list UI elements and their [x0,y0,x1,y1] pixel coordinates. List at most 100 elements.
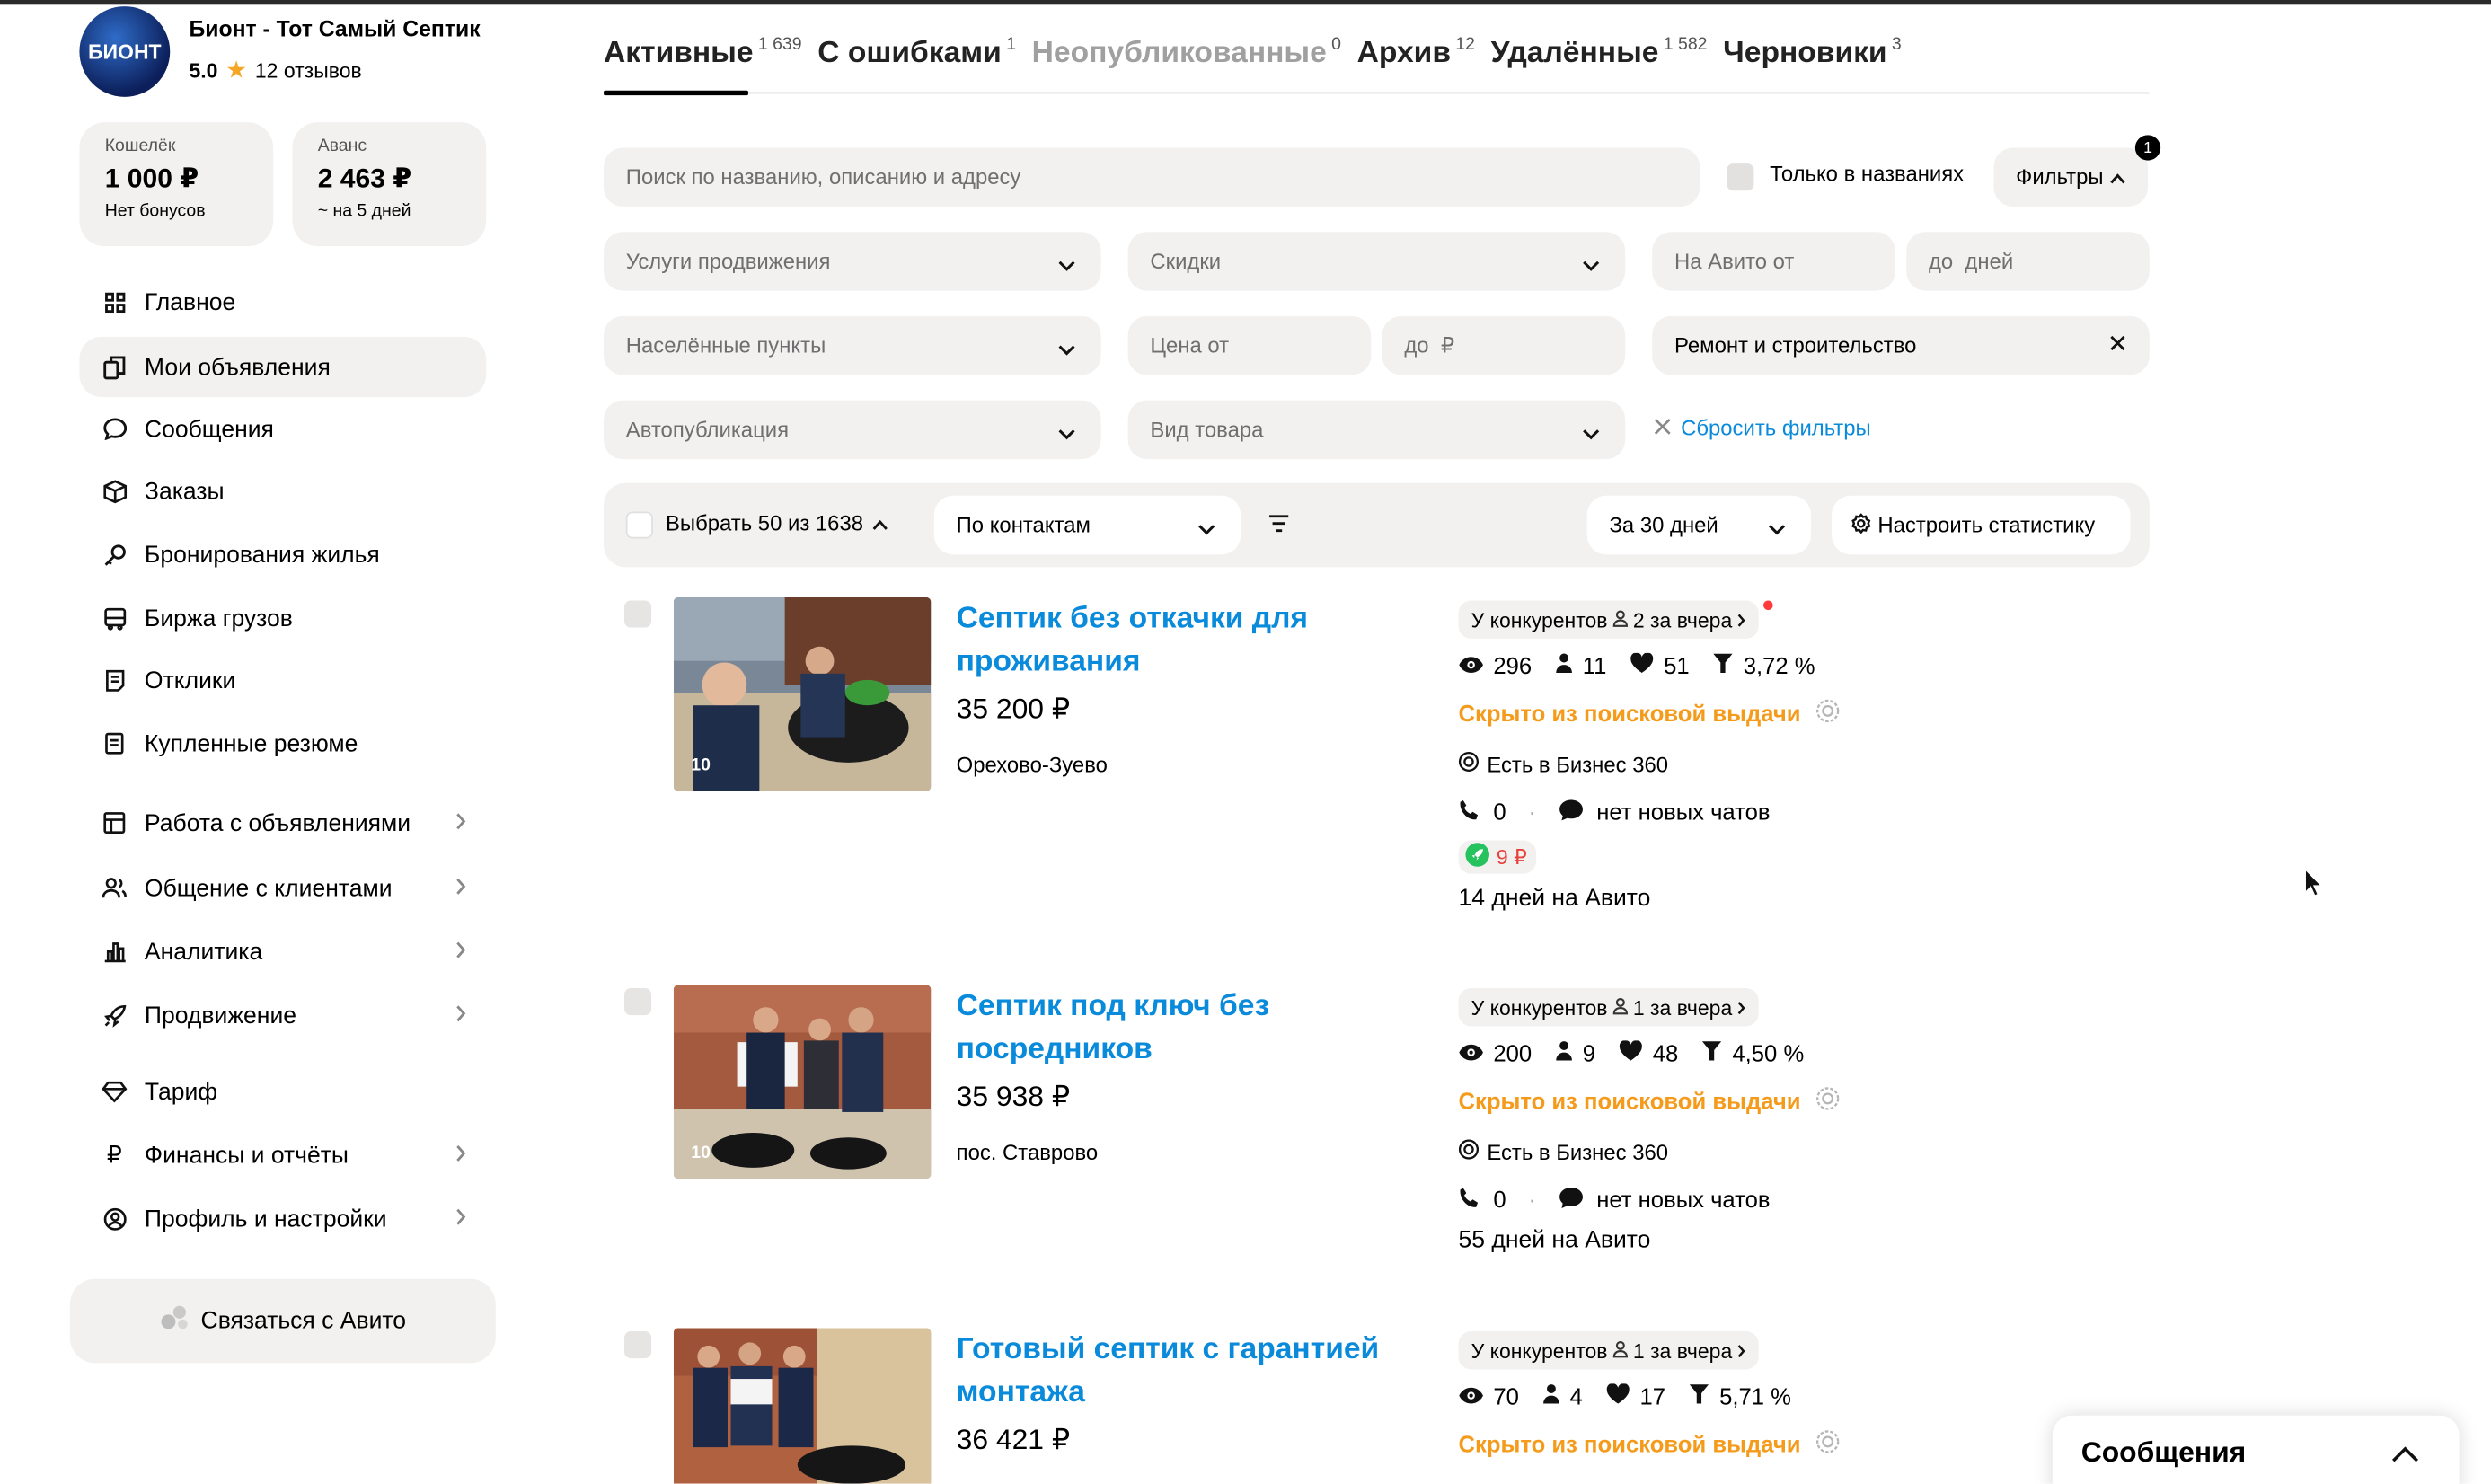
profile-icon [102,1206,127,1231]
clear-icon[interactable] [2108,333,2127,358]
nav-label: Мои объявления [144,353,331,381]
contact-avito-button[interactable]: Связаться с Авито [69,1278,496,1364]
chevron-up-icon[interactable] [2391,1443,2420,1471]
period-select[interactable]: За 30 дней [1586,495,1812,555]
person-icon [1556,653,1573,680]
chat-bubble-icon [1559,799,1584,828]
nav-item-my-ads[interactable]: Мои объявления [79,336,487,398]
listing-photo[interactable]: 10 [673,985,932,1179]
shop-rating[interactable]: 5.0 ★ 12 отзывов [189,56,361,84]
tab-deleted[interactable]: Удалённые 1 582 [1491,35,1708,72]
box-icon [102,478,127,503]
key-icon [102,542,127,567]
product-type-select[interactable]: Вид товара [1127,400,1626,460]
favorites-stat: 17 [1606,1382,1665,1410]
promotion-services-select[interactable]: Услуги продвижения [604,232,1101,291]
tab-unpublished[interactable]: Неопубликованные 0 [1032,35,1341,72]
info-icon [1815,699,1840,729]
nav-item-responses[interactable]: Отклики [79,649,486,710]
chevron-down-icon [1582,252,1600,277]
listing-checkbox[interactable] [624,600,652,628]
autopublish-select[interactable]: Автопубликация [604,400,1101,460]
tab-label: Архив [1356,36,1451,70]
chats-status: нет новых чатов [1596,1188,1771,1215]
shop-logo[interactable]: БИОНТ [79,6,171,97]
select-all-checkbox[interactable] [625,511,653,539]
phone-icon [1458,1187,1480,1215]
chart-icon [102,939,127,964]
listing-title[interactable]: Готовый септик с гарантией монтажа [957,1328,1385,1413]
nav-item-ads-work[interactable]: Работа с объявлениями [79,792,486,852]
nav-item-main[interactable]: Главное [79,271,486,331]
messages-panel[interactable]: Сообщения [2052,1415,2460,1484]
sort-select[interactable]: По контактам [933,495,1241,555]
price-from-input[interactable]: Цена от [1127,315,1372,375]
competitors-badge[interactable]: У конкурентов 1 за вчера [1458,988,1760,1027]
grid-icon [102,289,127,314]
wallet-card[interactable]: Кошелёк 1 000 ₽ Нет бонусов [79,122,274,247]
discounts-select[interactable]: Скидки [1127,232,1626,291]
listing-location: пос. Ставрово [956,1140,1099,1165]
chats-status: нет новых чатов [1596,800,1771,826]
localities-select[interactable]: Населённые пункты [604,315,1101,375]
shop-name[interactable]: Бионт - Тот Самый Септик [189,16,480,41]
bulk-select-dropdown[interactable]: Выбрать 50 из 1638 [666,511,888,535]
nav-item-analytics[interactable]: Аналитика [79,922,486,982]
listing-title[interactable]: Септик без откачки для проживания [957,597,1385,683]
tab-active[interactable]: Активные 1 639 [604,35,802,72]
tab-errors[interactable]: С ошибками 1 [817,35,1016,72]
nav-item-promotion[interactable]: Продвижение [79,985,486,1045]
listing-photo[interactable]: 10 [673,596,932,791]
nav-item-bookings[interactable]: Бронирования жилья [79,525,486,585]
filters-button[interactable]: Фильтры [1993,147,2149,207]
price-to-input[interactable]: до ₽ [1382,315,1626,375]
hidden-from-search-status[interactable]: Скрыто из поисковой выдачи [1458,1430,1839,1461]
search-input[interactable]: Поиск по названию, описанию и адресу [604,147,1700,207]
messages-panel-title: Сообщения [2080,1435,2247,1469]
promotion-cost-badge[interactable]: 9 ₽ [1458,840,1537,874]
nav-label: Продвижение [144,1002,297,1029]
competitors-badge[interactable]: У конкурентов 2 за вчера [1458,600,1760,639]
reset-filters-link[interactable]: Сбросить фильтры [1654,416,1871,440]
views-count: 70 [1493,1384,1519,1410]
nav-item-profile[interactable]: Профиль и настройки [79,1188,486,1249]
chevron-down-icon [1582,421,1600,446]
listing-photo[interactable] [673,1328,932,1484]
diamond-icon [102,1079,128,1104]
tab-archive[interactable]: Архив 12 [1357,35,1475,72]
category-select[interactable]: Ремонт и строительство [1652,315,2150,375]
configure-stats-button[interactable]: Настроить статистику [1832,495,2131,555]
competitors-badge[interactable]: У конкурентов 1 за вчера [1458,1331,1760,1370]
nav-item-finance[interactable]: ₽ Финансы и отчёты [79,1125,486,1185]
nav-item-cargo[interactable]: Биржа грузов [79,587,486,648]
nav-item-messages[interactable]: Сообщения [79,399,486,459]
hidden-from-search-status[interactable]: Скрыто из поисковой выдачи [1458,699,1839,729]
nav-item-resumes[interactable]: Купленные резюме [79,713,486,773]
sort-order-icon[interactable] [1268,513,1290,542]
tab-drafts[interactable]: Черновики 3 [1723,35,1902,72]
advance-sub: ~ на 5 дней [317,201,411,221]
new-indicator-dot [1763,600,1773,611]
person-icon [1612,995,1629,1020]
shop-logo-text: БИОНТ [88,40,162,64]
hidden-status-label: Скрыто из поисковой выдачи [1458,701,1801,728]
advance-card[interactable]: Аванс 2 463 ₽ ~ на 5 дней [292,122,487,247]
listing-checkbox[interactable] [624,1331,652,1359]
select-label: Населённые пункты [625,333,826,358]
funnel-icon [1690,1383,1710,1410]
listing-price: 35 200 ₽ [956,693,1071,725]
hidden-from-search-status[interactable]: Скрыто из поисковой выдачи [1458,1087,1839,1117]
nav-item-orders[interactable]: Заказы [79,461,486,521]
business-label: Есть в Бизнес 360 [1487,752,1669,776]
listing-title[interactable]: Септик под ключ без посредников [957,985,1385,1070]
nav-item-clients[interactable]: Общение с клиентами [79,858,486,918]
on-avito-to-input[interactable]: до дней [1906,232,2150,291]
contacts-status: 0 · нет новых чатов [1458,799,1770,828]
eye-icon [1458,654,1483,679]
on-avito-from-input[interactable]: На Авито от [1652,232,1895,291]
info-icon [1815,1087,1840,1117]
listing-checkbox[interactable] [624,988,652,1016]
only-titles-checkbox[interactable] [1727,163,1754,191]
chevron-right-icon [455,1003,467,1029]
nav-item-tariff[interactable]: Тариф [79,1061,486,1121]
